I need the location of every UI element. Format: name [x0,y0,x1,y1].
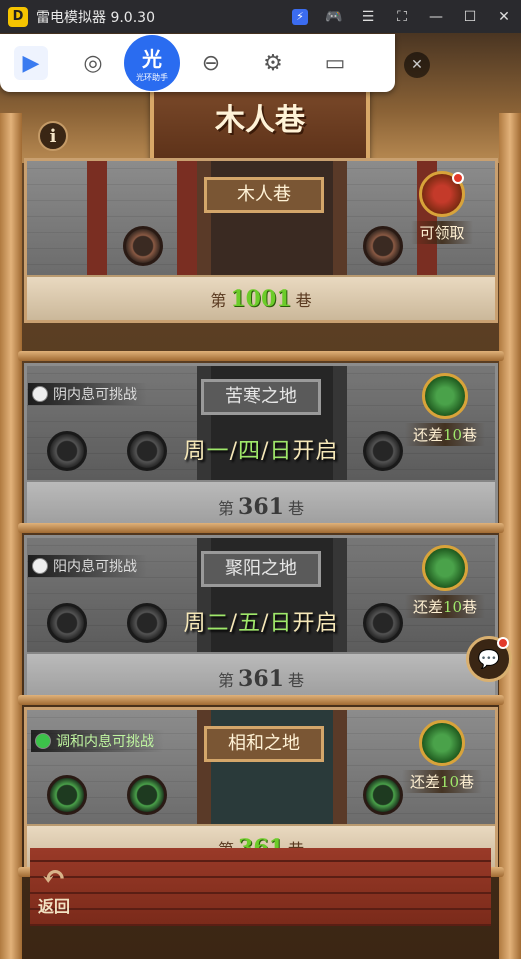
channel-harmony: 调和内息可挑战 [31,730,164,752]
floor-card-muren[interactable]: 木人巷 可领取 第 1001 巷 [24,158,498,323]
reward-remaining: 还差10巷 [401,770,483,793]
chat-icon: 💬 [477,648,501,670]
play-button[interactable]: ▶ [0,34,62,92]
window-button[interactable]: ▭ [304,34,366,92]
eye-off-icon: ◎ [83,50,103,76]
maximize-icon[interactable]: ☐ [453,0,487,33]
floor-count: 第 1001 巷 [210,286,312,312]
emulator-titlebar: D 雷电模拟器 9.0.30 ⚡ 🎮 ☰ ⛶ — ☐ ✕ [0,0,521,33]
wall-roundel [47,775,87,815]
channel-yang: 阳内息可挑战 [28,555,147,577]
card-overlay: 阳内息可挑战 聚阳之地 周二/五/日开启 还差10巷 第 361 巷 [24,535,498,700]
close-icon[interactable]: ✕ [487,0,521,33]
reward-label: 可领取 [411,221,473,244]
crop-icon[interactable]: ⛶ [385,0,419,33]
window-title: 雷电模拟器 9.0.30 [36,9,155,26]
card-name: 木人巷 [204,177,324,213]
reward-scroll-icon[interactable] [419,720,465,766]
brick-wall [30,848,491,926]
yin-icon [32,386,48,402]
hide-button[interactable]: ◎ [62,34,124,92]
window-controls: ⚡ 🎮 ☰ ⛶ — ☐ ✕ [283,0,521,33]
minimize-icon[interactable]: — [419,0,453,33]
card-overlay: 阴内息可挑战 苦寒之地 周一/四/日开启 还差10巷 第 361 巷 [24,363,498,528]
reward-scroll-icon[interactable] [422,545,468,591]
reward-claimable[interactable]: 可领取 [397,171,487,244]
reward-book-icon[interactable] [419,171,465,217]
floor-count: 第361巷 [218,666,304,692]
harmony-icon [35,733,51,749]
window-icon: ▭ [324,50,346,76]
chat-button[interactable]: 💬 [466,636,512,682]
reward-remaining: 还差10巷 [404,423,486,446]
minus-circle-icon: ⊖ [201,50,221,76]
back-button[interactable]: ↶ 返回 [26,863,82,919]
floor-count: 第361巷 [218,494,304,520]
page-title: 木人巷 [215,103,305,138]
menu-icon[interactable]: ☰ [351,0,385,33]
play-icon: ▶ [14,46,48,80]
shelf-divider [18,523,504,533]
shelf-divider [18,351,504,361]
page-title-board: 木人巷 [150,81,370,169]
minus-button[interactable]: ⊖ [180,34,242,92]
notification-dot [452,172,464,184]
floating-toolbar: ▶ ◎ 光 光环助手 ⊖ ⚙ ▭ [0,34,395,92]
bolt-icon[interactable]: ⚡ [283,0,317,33]
sliders-icon: ⚙ [263,50,283,76]
card-name: 苦寒之地 [201,379,321,415]
left-pillar [0,113,22,959]
wall-roundel [123,226,163,266]
right-pillar [499,113,521,959]
card-name: 聚阳之地 [201,551,321,587]
app-logo-icon: D [8,6,28,27]
wall-roundel [127,775,167,815]
back-label: 返回 [37,897,70,916]
reward-scroll-icon[interactable] [422,373,468,419]
back-arrow-icon: ↶ [41,860,67,895]
reward-locked[interactable]: 还差10巷 [397,720,487,793]
reward-locked[interactable]: 还差10巷 [400,373,490,446]
gamepad-icon[interactable]: 🎮 [317,0,351,33]
game-screen: 木人巷 i 木人巷 可领取 第 1001 巷 阴内息可挑战 苦寒之地 周一/四/… [0,33,521,959]
info-icon[interactable]: i [38,121,68,151]
notification-dot [497,637,509,649]
channel-yin: 阴内息可挑战 [28,383,147,405]
settings-button[interactable]: ⚙ [242,34,304,92]
yang-icon [32,558,48,574]
reward-remaining: 还差10巷 [404,595,486,618]
assistant-logo[interactable]: 光 光环助手 [124,35,180,91]
reward-locked[interactable]: 还差10巷 [400,545,490,618]
card-name: 相和之地 [204,726,324,762]
toolbar-close-icon[interactable]: ✕ [404,52,430,78]
shelf-divider [18,695,504,705]
